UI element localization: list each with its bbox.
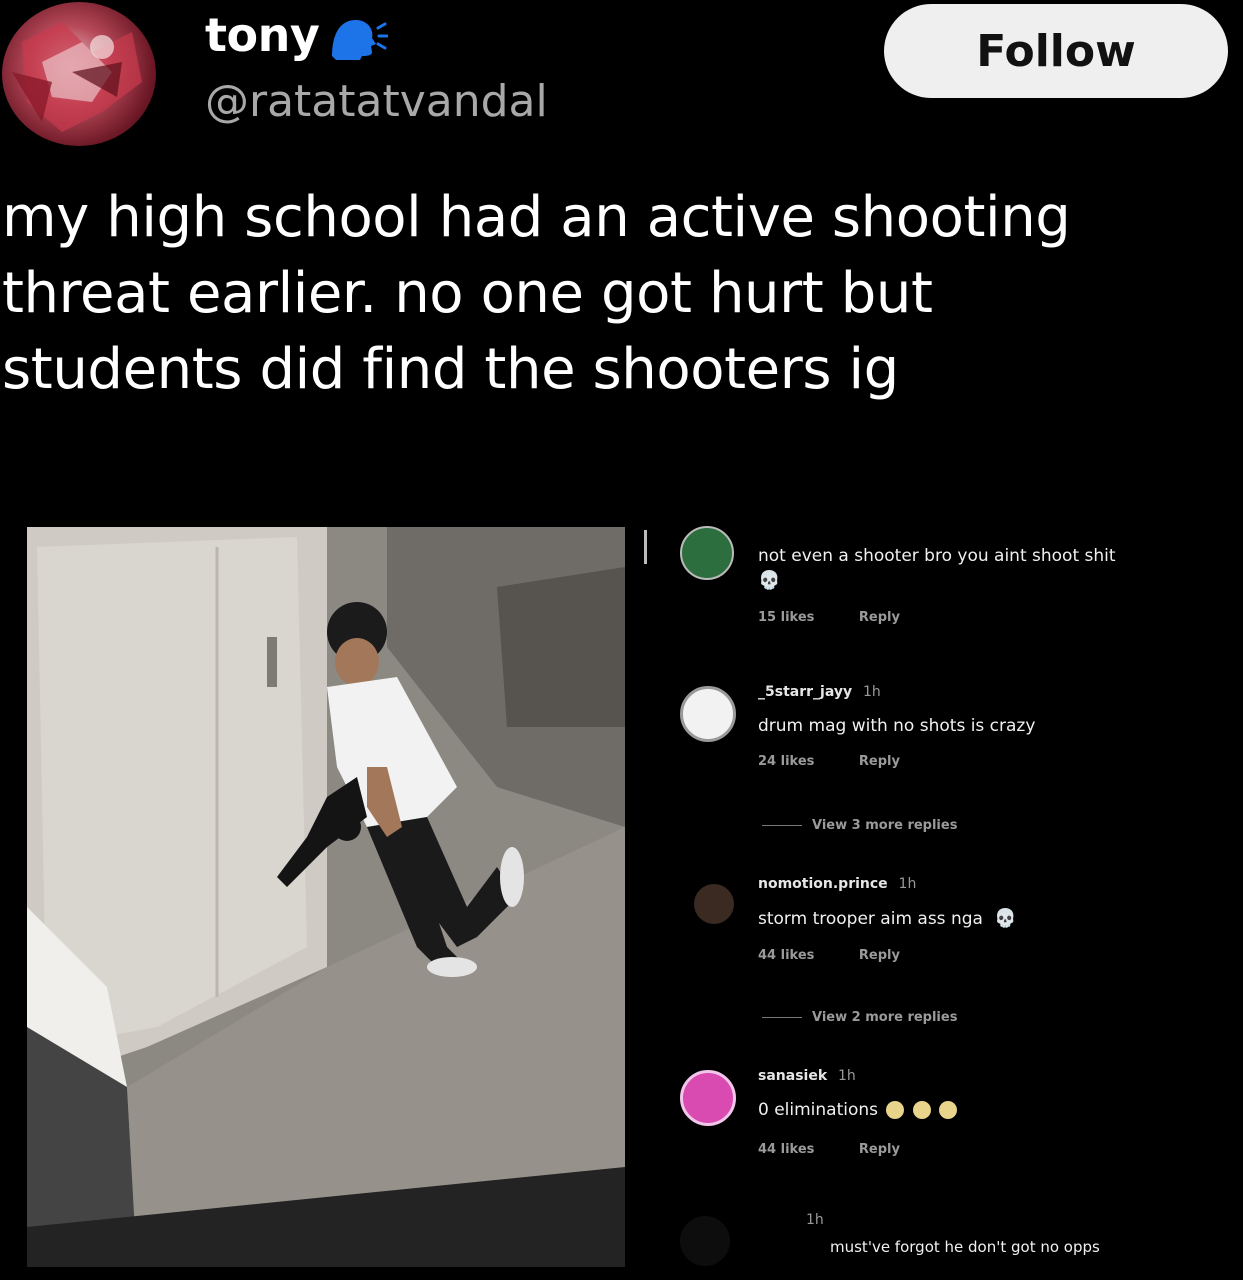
grimacing-face-icon [939,1101,958,1119]
commenter-avatar[interactable] [680,1070,736,1126]
skull-icon: 💀 [758,570,781,591]
comment-text: drum mag with no shots is crazy [758,716,1036,736]
user-handle[interactable]: @ratatatvandal [205,76,548,127]
tweet-line: my high school had an active shooting [2,185,1071,250]
username-text: sanasiek [758,1068,828,1084]
comment-text: not even a shooter bro you aint shoot sh… [758,546,1116,566]
comment-username[interactable]: _5starr_jayy 1h [758,684,881,700]
profile-avatar[interactable] [2,2,156,146]
username-text: nomotion.prince [758,876,888,892]
comment-item: nomotion.prince 1h storm trooper aim ass… [680,876,1240,976]
comment-text-content: 0 eliminations [758,1100,879,1120]
grimacing-face-icon [886,1101,905,1119]
view-more-replies[interactable]: View 2 more replies [762,1010,957,1025]
comment-item: not even a shooter bro you aint shoot sh… [680,522,1240,632]
comment-username[interactable]: 1h [800,1212,824,1228]
avatar-artwork [12,22,142,132]
comment-text-content: storm trooper aim ass nga [758,909,983,929]
tweet-line: students did find the shooters ig [2,337,899,402]
comment-time: 1h [806,1212,824,1228]
follow-button[interactable]: Follow [884,4,1228,98]
comment-username[interactable]: sanasiek 1h [758,1068,856,1084]
comment-username[interactable]: nomotion.prince 1h [758,876,916,892]
display-name[interactable]: tony [205,8,320,62]
commenter-avatar[interactable] [694,884,734,924]
comment-text: storm trooper aim ass nga 💀 [758,908,1017,929]
comment-time: 1h [862,684,881,700]
reply-button[interactable]: Reply [859,948,900,963]
comment-item: _5starr_jayy 1h drum mag with no shots i… [680,682,1240,782]
comment-text: 0 eliminations [758,1100,958,1120]
like-count[interactable]: 44 likes [758,948,814,963]
like-count[interactable]: 44 likes [758,1142,814,1157]
comment-text: must've forgot he don't got no opps [830,1238,1100,1256]
grimacing-face-icon [912,1101,931,1119]
username-text: _5starr_jayy [758,684,853,700]
hallway-photo-image [27,527,625,1267]
comment-item: sanasiek 1h 0 eliminations 44 likes Repl… [680,1066,1240,1166]
commenter-avatar[interactable] [680,1216,730,1266]
speaking-head-icon [332,20,388,60]
reply-button[interactable]: Reply [859,1142,900,1157]
comment-item: 1h must've forgot he don't got no opps [680,1212,1240,1272]
like-count[interactable]: 15 likes [758,610,814,625]
comment-meta: 15 likes Reply [758,610,900,625]
skull-icon: 💀 [994,908,1017,929]
view-more-replies[interactable]: View 3 more replies [762,818,957,833]
commenter-avatar[interactable] [680,686,736,742]
text-cursor [644,530,647,564]
comment-meta: 24 likes Reply [758,754,900,769]
reply-button[interactable]: Reply [859,610,900,625]
reply-button[interactable]: Reply [859,754,900,769]
comment-time: 1h [898,876,917,892]
tweet-line: threat earlier. no one got hurt but [2,261,933,326]
comment-meta: 44 likes Reply [758,1142,900,1157]
tweet-text: my high school had an active shooting th… [2,180,1242,408]
commenter-avatar[interactable] [680,526,734,580]
attached-photo[interactable] [27,527,625,1267]
comment-time: 1h [838,1068,856,1084]
like-count[interactable]: 24 likes [758,754,814,769]
comment-meta: 44 likes Reply [758,948,900,963]
comment-username[interactable] [758,522,764,538]
